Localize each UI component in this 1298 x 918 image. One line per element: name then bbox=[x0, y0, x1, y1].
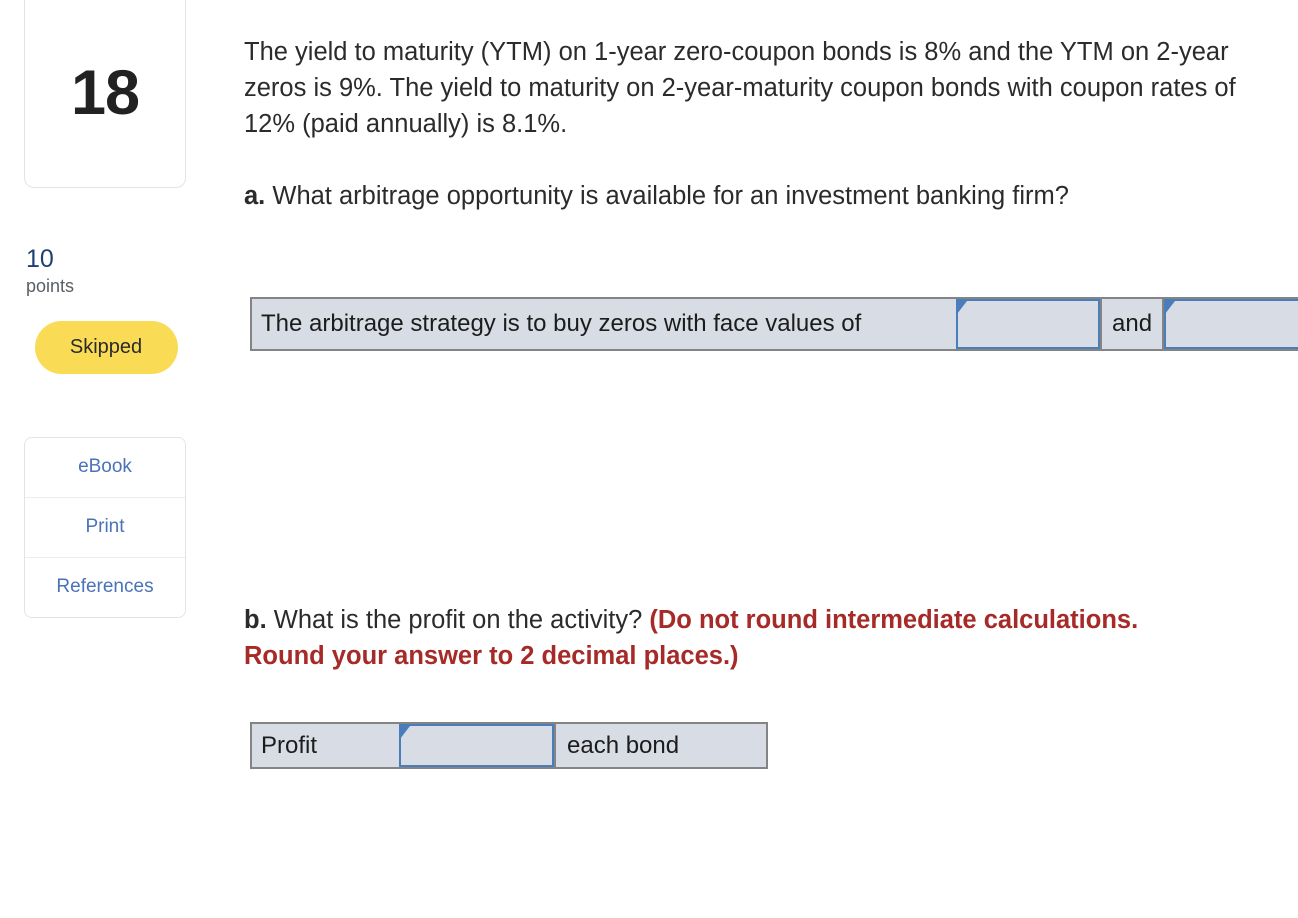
part-a-letter: a. bbox=[244, 182, 266, 210]
entry-marker-triangle-icon bbox=[400, 726, 410, 739]
question-number: 18 bbox=[70, 58, 140, 128]
question-sidebar: 18 10 points Skipped eBook Print Referen… bbox=[24, 0, 188, 618]
arbitrage-face-value-field-2[interactable] bbox=[1166, 301, 1298, 347]
entry-marker-triangle-icon bbox=[957, 301, 968, 314]
answer-row-b: Profit each bond bbox=[250, 722, 768, 769]
entry-marker-triangle-icon bbox=[1165, 301, 1176, 314]
print-button[interactable]: Print bbox=[25, 497, 185, 558]
arbitrage-lead-text: The arbitrage strategy is to buy zeros w… bbox=[252, 299, 957, 349]
question-content: The yield to maturity (YTM) on 1-year ze… bbox=[244, 0, 1298, 918]
question-number-card: 18 bbox=[24, 0, 186, 188]
tools-panel: eBook Print References bbox=[24, 436, 186, 618]
profit-field[interactable] bbox=[401, 726, 552, 765]
status-badge: Skipped bbox=[34, 320, 178, 374]
profit-label: Profit bbox=[252, 724, 399, 767]
arbitrage-face-value-input-2[interactable] bbox=[1164, 299, 1298, 349]
points-block: 10 points bbox=[24, 246, 188, 299]
profit-input[interactable] bbox=[399, 724, 554, 767]
arbitrage-conjunction-text: and bbox=[1100, 299, 1165, 349]
part-b-text: What is the profit on the activity? bbox=[273, 606, 643, 634]
points-label: points bbox=[26, 276, 75, 297]
points-value: 10 bbox=[26, 245, 54, 273]
arbitrage-face-value-field-1[interactable] bbox=[958, 301, 1099, 347]
part-b-prompt: b. What is the profit on the activity? (… bbox=[244, 602, 1149, 675]
question-stem: The yield to maturity (YTM) on 1-year ze… bbox=[244, 38, 1236, 139]
part-a-prompt: a. What arbitrage opportunity is availab… bbox=[244, 178, 1204, 214]
references-button[interactable]: References bbox=[25, 557, 185, 617]
answer-row-a: The arbitrage strategy is to buy zeros w… bbox=[250, 297, 1298, 351]
part-b-letter: b. bbox=[244, 606, 267, 634]
references-label: References bbox=[56, 576, 154, 598]
profit-trailing-text: each bond bbox=[554, 724, 759, 767]
status-badge-label: Skipped bbox=[69, 335, 143, 358]
ebook-button[interactable]: eBook bbox=[25, 437, 185, 498]
part-a-text: What arbitrage opportunity is available … bbox=[272, 182, 1069, 210]
print-label: Print bbox=[85, 516, 125, 538]
ebook-label: eBook bbox=[78, 456, 132, 478]
arbitrage-face-value-input-1[interactable] bbox=[956, 299, 1101, 349]
